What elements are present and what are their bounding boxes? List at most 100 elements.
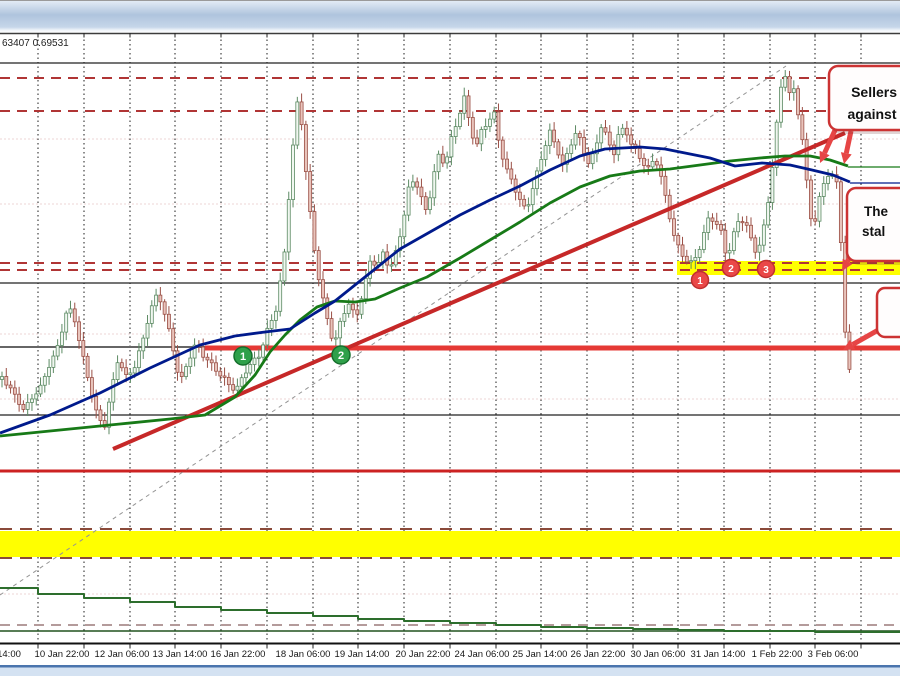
candle	[771, 168, 774, 203]
candle	[458, 113, 461, 126]
candle	[818, 196, 821, 221]
candle	[754, 238, 757, 252]
candle	[356, 310, 359, 314]
candle	[848, 332, 851, 369]
candle	[146, 323, 149, 338]
candle	[403, 215, 406, 237]
candle	[638, 149, 641, 159]
candle	[150, 306, 153, 324]
x-axis-label: 26 Jan 22:00	[571, 649, 626, 660]
candle	[227, 377, 230, 384]
candle	[690, 261, 693, 262]
candle	[159, 295, 162, 302]
candle	[728, 251, 731, 253]
candle	[52, 356, 55, 367]
candle	[163, 302, 166, 314]
candle	[129, 373, 132, 375]
candle	[441, 154, 444, 163]
candle	[630, 135, 633, 144]
candle	[125, 368, 128, 375]
candle	[506, 159, 509, 169]
callout-stall[interactable]: The stal	[847, 188, 900, 265]
x-axis-label: 24 Jan 06:00	[455, 649, 510, 660]
candle	[137, 351, 140, 368]
candle	[788, 76, 791, 92]
candle	[523, 199, 526, 206]
bottom-gap	[0, 661, 900, 665]
candle	[309, 172, 312, 212]
candle	[22, 404, 25, 409]
candle	[698, 249, 701, 257]
candle	[185, 367, 188, 377]
candle	[343, 314, 346, 322]
candle	[30, 399, 33, 402]
callout-sellers[interactable]: Sellers against	[829, 66, 900, 134]
candle	[304, 125, 307, 172]
candle	[339, 321, 342, 338]
candle	[330, 319, 333, 339]
candle	[685, 256, 688, 262]
candle	[621, 128, 624, 134]
candle	[583, 137, 586, 153]
candle	[762, 225, 765, 245]
candle	[497, 112, 500, 140]
red-marker-number: 3	[763, 265, 769, 276]
candle	[18, 394, 21, 404]
callout-empty[interactable]	[877, 288, 900, 337]
candle	[792, 89, 795, 93]
candle	[720, 224, 723, 230]
candle	[26, 402, 29, 409]
x-axis-label: 3 Feb 06:00	[808, 649, 859, 660]
candle	[133, 368, 136, 373]
x-axis-label: 10 Jan 22:00	[35, 649, 90, 660]
x-axis-label: 31 Jan 14:00	[691, 649, 746, 660]
callout-box[interactable]	[877, 288, 900, 337]
candle	[112, 380, 115, 403]
candle	[5, 377, 8, 386]
candle	[741, 222, 744, 223]
candle	[514, 179, 517, 192]
candle	[677, 235, 680, 245]
candle	[65, 313, 68, 332]
candle	[317, 251, 320, 280]
candle	[296, 102, 299, 145]
window-top-bar	[0, 0, 900, 33]
candle	[518, 192, 521, 199]
candle	[758, 245, 761, 252]
candle	[347, 304, 350, 313]
candle	[643, 158, 646, 165]
candle	[73, 309, 76, 322]
candle	[279, 281, 282, 311]
candle	[809, 180, 812, 219]
candle	[236, 386, 239, 390]
candle	[574, 134, 577, 145]
red-marker-number: 1	[697, 276, 703, 287]
candle	[672, 219, 675, 236]
candle	[13, 388, 16, 394]
candle	[625, 128, 628, 135]
candle	[437, 154, 440, 171]
candle	[206, 357, 209, 360]
x-axis-label: 12 Jan 06:00	[95, 649, 150, 660]
candle	[35, 394, 38, 399]
candle	[707, 218, 710, 233]
candle	[322, 280, 325, 298]
candle	[411, 182, 414, 187]
candle	[540, 160, 543, 171]
candle	[446, 157, 449, 163]
candle	[373, 261, 376, 265]
candle	[510, 169, 513, 179]
candle	[287, 200, 290, 252]
candle	[467, 96, 470, 118]
candle	[745, 223, 748, 226]
candle	[450, 137, 453, 157]
lower-yellow-zone	[0, 531, 900, 557]
candle	[493, 112, 496, 119]
candle	[715, 221, 718, 224]
candle	[95, 396, 98, 409]
candle	[48, 367, 51, 376]
candle	[369, 261, 372, 278]
candle	[527, 205, 530, 206]
candle	[351, 304, 354, 310]
candle	[488, 119, 491, 126]
